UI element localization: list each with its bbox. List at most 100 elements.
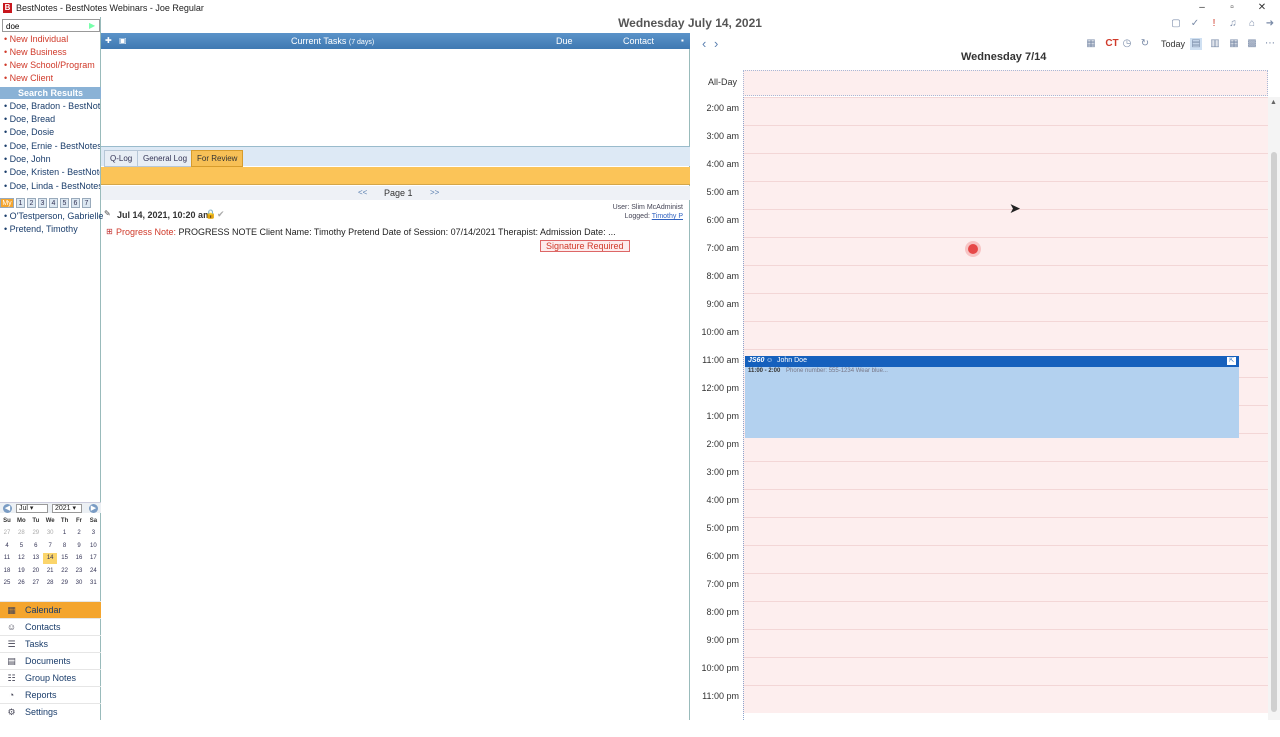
hour-slot[interactable] — [743, 209, 1268, 237]
week-view-icon[interactable]: ▥ — [1209, 38, 1221, 50]
search-result[interactable]: • Doe, Dosie — [4, 127, 100, 137]
open-appointment-icon[interactable]: ⇱ — [1227, 357, 1236, 365]
new-individual-link[interactable]: • New Individual — [4, 34, 68, 44]
calendar-day[interactable]: 30 — [43, 528, 57, 539]
tasks-menu-icon[interactable]: ▪ — [681, 36, 684, 45]
calendar-day[interactable]: 8 — [58, 541, 72, 552]
search-result[interactable]: • Doe, Kristen - BestNotes — [4, 167, 100, 177]
tab-4[interactable]: 4 — [49, 198, 58, 208]
scroll-thumb[interactable] — [1271, 152, 1277, 712]
hour-slot[interactable] — [743, 657, 1268, 685]
calendar-day[interactable]: 22 — [58, 566, 72, 577]
column-contact[interactable]: Contact — [623, 36, 654, 46]
edit-note-icon[interactable]: ✎ — [104, 209, 113, 218]
log-entry[interactable]: ✎ Jul 14, 2021, 10:20 am 🔒 ✔ User: Slim … — [101, 203, 690, 253]
search-result[interactable]: • Doe, John — [4, 154, 100, 164]
agenda-view-icon[interactable]: ▩ — [1246, 38, 1258, 50]
new-school-program-link[interactable]: • New School/Program — [4, 60, 95, 70]
expand-icon[interactable]: ⊞ — [106, 227, 113, 236]
add-task-icon[interactable]: ✚ — [105, 36, 115, 46]
calendar-day[interactable]: 5 — [14, 541, 28, 552]
appointment[interactable]: JS60 ☺ John Doe ⇱ 11:00 - 2:00 Phone num… — [745, 356, 1239, 438]
calendar-day[interactable]: 16 — [72, 553, 86, 564]
search-input[interactable] — [6, 21, 86, 31]
calendar-day[interactable]: 21 — [43, 566, 57, 577]
minimize-icon[interactable]: – — [1194, 2, 1210, 14]
calendar-scrollbar[interactable]: ▲ — [1268, 97, 1280, 720]
print-icon[interactable]: ▣ — [119, 36, 129, 46]
prev-month-icon[interactable]: ◀ — [3, 504, 12, 513]
hour-slot[interactable] — [743, 601, 1268, 629]
calendar-day[interactable]: 27 — [0, 528, 14, 539]
tab-2[interactable]: 2 — [27, 198, 36, 208]
search-result[interactable]: • Doe, Bread — [4, 114, 100, 124]
month-view-icon[interactable]: ▦ — [1228, 38, 1240, 50]
calendar-day[interactable]: 4 — [0, 541, 14, 552]
close-icon[interactable]: ✕ — [1254, 2, 1270, 14]
refresh-icon[interactable]: ↻ — [1139, 38, 1151, 50]
nav-reports[interactable]: ◔ Reports — [0, 686, 101, 703]
search-result[interactable]: • Doe, Linda - BestNotes — [4, 181, 100, 191]
pager-next-link[interactable]: >> — [430, 188, 439, 197]
tab-for-review[interactable]: For Review — [191, 150, 244, 167]
all-day-area[interactable] — [743, 70, 1268, 96]
hour-slot[interactable] — [743, 293, 1268, 321]
calendar-day[interactable]: 29 — [58, 578, 72, 589]
restore-icon[interactable]: ▫ — [1224, 2, 1240, 14]
calendar-day[interactable]: 23 — [72, 566, 86, 577]
ct-button[interactable]: CT — [1102, 38, 1122, 50]
nav-contacts[interactable]: ☺ Contacts — [0, 618, 101, 635]
my-list-item[interactable]: • O'Testperson, Gabrielle — [4, 211, 103, 221]
logged-client-link[interactable]: Timothy P — [652, 213, 683, 220]
search-result[interactable]: • Doe, Ernie - BestNotes — [4, 141, 100, 151]
hour-slot[interactable] — [743, 97, 1268, 125]
calendar-day[interactable]: 6 — [29, 541, 43, 552]
nav-calendar[interactable]: ▦ Calendar — [0, 601, 101, 618]
tab-my[interactable]: My — [0, 198, 14, 208]
calendar-day[interactable]: 28 — [14, 528, 28, 539]
calendar-day[interactable]: 12 — [14, 553, 28, 564]
tab-6[interactable]: 6 — [71, 198, 80, 208]
calendar-day[interactable]: 29 — [29, 528, 43, 539]
nav-settings[interactable]: ⚙ Settings — [0, 703, 101, 720]
hour-slot[interactable] — [743, 545, 1268, 573]
nav-group-notes[interactable]: ☷ Group Notes — [0, 669, 101, 686]
hour-slot[interactable] — [743, 461, 1268, 489]
search-result[interactable]: • Doe, Bradon - BestNotes — [4, 101, 100, 111]
scroll-up-icon[interactable]: ▲ — [1270, 99, 1277, 106]
calendar-day[interactable]: 17 — [86, 553, 100, 564]
hour-slot[interactable] — [743, 489, 1268, 517]
calendar-day[interactable]: 13 — [29, 553, 43, 564]
today-button[interactable]: Today — [1159, 38, 1187, 50]
calendar-day[interactable]: 11 — [0, 553, 14, 564]
hour-slot[interactable] — [743, 125, 1268, 153]
hour-slot[interactable] — [743, 265, 1268, 293]
calendar-day[interactable]: 31 — [86, 578, 100, 589]
calendar-day[interactable]: 15 — [58, 553, 72, 564]
calendar-day[interactable]: 20 — [29, 566, 43, 577]
column-due[interactable]: Due — [556, 36, 573, 46]
calendar-day[interactable]: 25 — [0, 578, 14, 589]
tab-5[interactable]: 5 — [60, 198, 69, 208]
alert-icon[interactable]: ! — [1208, 18, 1220, 30]
more-icon[interactable]: ⋯ — [1264, 38, 1276, 50]
clock-icon[interactable]: ◷ — [1121, 38, 1133, 50]
notes-icon[interactable]: ▢ — [1170, 18, 1182, 30]
calendar-day[interactable]: 1 — [58, 528, 72, 539]
calendar-day[interactable]: 3 — [86, 528, 100, 539]
bell-icon[interactable]: ♫ — [1227, 18, 1239, 30]
calendar-day[interactable]: 18 — [0, 566, 14, 577]
calendar-day[interactable]: 9 — [72, 541, 86, 552]
hour-slot[interactable] — [743, 685, 1268, 713]
tab-general-log[interactable]: General Log — [137, 150, 194, 167]
year-select[interactable]: 2021 ▾ — [52, 504, 82, 513]
calendar-day[interactable]: 28 — [43, 578, 57, 589]
calendar-day[interactable]: 24 — [86, 566, 100, 577]
logout-icon[interactable]: ➜ — [1264, 18, 1276, 30]
hour-slot[interactable] — [743, 181, 1268, 209]
time-grid[interactable]: 2:00 am 3:00 am 4:00 am 5:00 am 6:00 am 7:00 … — [691, 97, 1268, 720]
tab-1[interactable]: 1 — [16, 198, 25, 208]
calendar-day[interactable]: 30 — [72, 578, 86, 589]
hour-slot[interactable] — [743, 237, 1268, 265]
signature-required-badge[interactable]: Signature Required — [540, 240, 630, 252]
